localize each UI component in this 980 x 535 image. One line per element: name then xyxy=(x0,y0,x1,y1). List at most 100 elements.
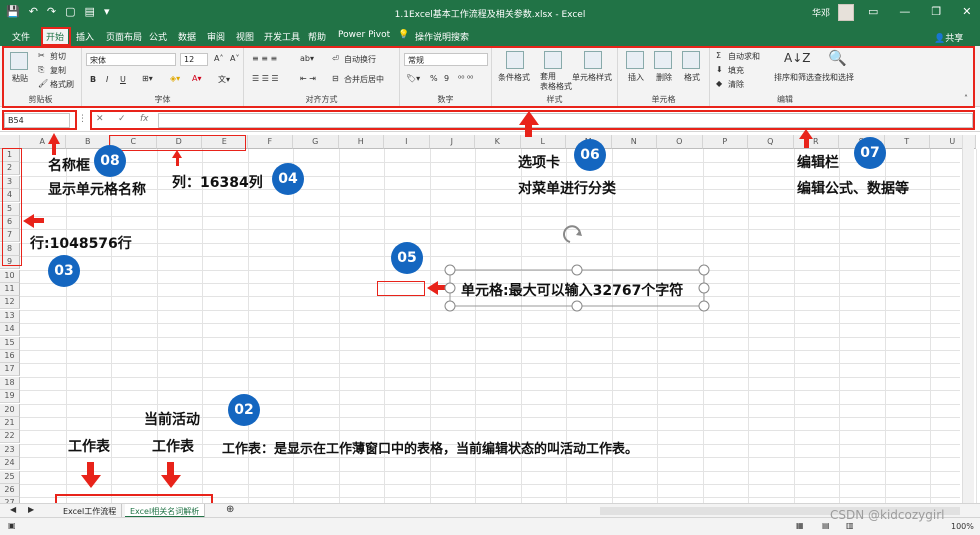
row-header-highlight xyxy=(2,148,22,266)
sheet-label-2: 工作表 xyxy=(152,439,194,455)
ribbon-highlight xyxy=(2,46,975,108)
row-header-13[interactable]: 13 xyxy=(0,309,20,323)
row-header-11[interactable]: 11 xyxy=(0,283,20,296)
textbox-selection xyxy=(444,225,710,312)
column-header-l[interactable]: L xyxy=(520,135,566,149)
column-header-g[interactable]: G xyxy=(293,135,339,149)
row-header-20[interactable]: 20 xyxy=(0,403,20,417)
user-name[interactable]: 华邓 xyxy=(812,6,830,19)
row-header-16[interactable]: 16 xyxy=(0,350,20,363)
column-gridline xyxy=(748,149,749,503)
tell-me-search[interactable]: 操作说明搜索 xyxy=(415,30,469,43)
row-gridline xyxy=(20,323,960,325)
ribbon-arrow xyxy=(525,124,532,137)
column-gridline xyxy=(65,149,67,503)
row-gridline xyxy=(20,336,960,338)
normal-view-icon[interactable]: ▦ xyxy=(796,521,804,530)
row-header-15[interactable]: 15 xyxy=(0,336,20,350)
column-header-h[interactable]: H xyxy=(338,135,384,149)
title-bar: 💾 ↶ ↷ ▢ ▤ ▾ 1.1Excel基本工作流程及相关参数.xlsx - E… xyxy=(0,0,980,26)
sheet-desc: 工作表：是显示在工作薄窗口中的表格，当前编辑状态的叫活动工作表。 xyxy=(222,442,639,457)
ribbon-arrowhead xyxy=(519,111,539,125)
close-icon[interactable]: ✕ xyxy=(962,5,971,18)
sheet-arrow-1 xyxy=(87,462,94,476)
row-header-12[interactable]: 12 xyxy=(0,296,20,310)
column-header-j[interactable]: J xyxy=(429,135,475,149)
tab-data[interactable]: 数据 xyxy=(178,30,196,43)
tab-page-layout[interactable]: 页面布局 xyxy=(106,30,142,43)
vertical-scrollbar[interactable] xyxy=(962,135,974,503)
add-sheet-icon[interactable]: ⊕ xyxy=(226,504,234,515)
sheet-label-1: 工作表 xyxy=(68,439,110,455)
column-header-q[interactable]: Q xyxy=(748,135,794,149)
row-gridline xyxy=(20,403,960,405)
minimize-icon[interactable]: — xyxy=(899,5,910,18)
row-header-24[interactable]: 24 xyxy=(0,457,20,471)
column-header-o[interactable]: O xyxy=(657,135,703,149)
avatar[interactable] xyxy=(838,4,854,21)
badge-04: 04 xyxy=(272,163,304,195)
row-header-19[interactable]: 19 xyxy=(0,390,20,404)
active-label: 当前活动 xyxy=(144,412,200,428)
row-gridline xyxy=(20,202,960,204)
row-header-17[interactable]: 17 xyxy=(0,363,20,377)
tab-review[interactable]: 审阅 xyxy=(207,30,225,43)
row-header-23[interactable]: 23 xyxy=(0,443,20,457)
column-header-k[interactable]: K xyxy=(475,135,521,149)
namebox-title: 名称框 xyxy=(48,158,90,174)
row-gridline xyxy=(20,376,960,378)
restore-icon[interactable]: ❐ xyxy=(931,5,941,18)
tab-insert[interactable]: 插入 xyxy=(76,30,94,43)
ribbon-display-icon[interactable]: ▭ xyxy=(868,5,878,18)
column-gridline xyxy=(702,149,704,503)
column-header-n[interactable]: N xyxy=(611,135,657,149)
share-button[interactable]: 👤共享 xyxy=(934,31,963,44)
sheet-tab-workflow[interactable]: Excel工作流程 xyxy=(58,504,123,518)
tab-power-pivot[interactable]: Power Pivot xyxy=(338,30,390,40)
badge-08: 08 xyxy=(94,145,126,177)
cell-note: 单元格:最大可以输入32767个字符 xyxy=(461,283,684,299)
row-header-18[interactable]: 18 xyxy=(0,376,20,390)
tab-help[interactable]: 帮助 xyxy=(308,30,326,43)
home-tab-highlight xyxy=(41,27,71,46)
more-icon: ⋮ xyxy=(78,114,87,124)
next-sheet-icon[interactable]: ▶ xyxy=(28,505,34,514)
row-header-21[interactable]: 21 xyxy=(0,417,20,430)
row-gridline xyxy=(20,175,960,177)
column-gridline xyxy=(839,149,840,503)
formula-arrowhead xyxy=(799,129,813,139)
tab-developer[interactable]: 开发工具 xyxy=(264,30,300,43)
column-gridline xyxy=(793,149,795,503)
row-header-25[interactable]: 25 xyxy=(0,470,20,484)
column-header-t[interactable]: T xyxy=(884,135,930,149)
lightbulb-icon: 💡 xyxy=(398,30,410,40)
prev-sheet-icon[interactable]: ◀ xyxy=(10,505,16,514)
row-arrowhead xyxy=(23,214,34,228)
row-header-26[interactable]: 26 xyxy=(0,484,20,497)
row-header-14[interactable]: 14 xyxy=(0,323,20,337)
column-header-p[interactable]: P xyxy=(702,135,748,149)
row-header-22[interactable]: 22 xyxy=(0,430,20,444)
row-gridline xyxy=(20,363,960,365)
tab-view[interactable]: 视图 xyxy=(236,30,254,43)
ribbon-tabs: 文件 开始 插入 页面布局 公式 数据 审阅 视图 开发工具 帮助 Power … xyxy=(0,26,980,46)
macro-record-icon[interactable]: ▣ xyxy=(8,521,16,530)
sheet-tab-terms[interactable]: Excel相关名词解析 xyxy=(125,504,206,518)
editbar-desc: 编辑公式、数据等 xyxy=(797,181,909,197)
zoom-level[interactable]: 100% xyxy=(951,522,974,531)
select-all-corner[interactable] xyxy=(0,135,20,149)
row-header-10[interactable]: 10 xyxy=(0,269,20,283)
namebox-highlight xyxy=(2,110,77,130)
badge-02: 02 xyxy=(228,394,260,426)
tab-file[interactable]: 文件 xyxy=(12,30,30,43)
sheet-arrow-2 xyxy=(167,462,174,476)
column-header-i[interactable]: I xyxy=(384,135,430,149)
sheet-arrowhead-1 xyxy=(81,475,101,488)
tabs-desc: 对菜单进行分类 xyxy=(518,181,616,197)
page-layout-view-icon[interactable]: ▤ xyxy=(822,521,830,530)
page-break-view-icon[interactable]: ▥ xyxy=(846,521,854,530)
column-header-f[interactable]: F xyxy=(247,135,293,149)
watermark: CSDN @kidcozygirl xyxy=(830,508,945,522)
tab-formulas[interactable]: 公式 xyxy=(149,30,167,43)
namebox-arrow xyxy=(52,144,56,155)
